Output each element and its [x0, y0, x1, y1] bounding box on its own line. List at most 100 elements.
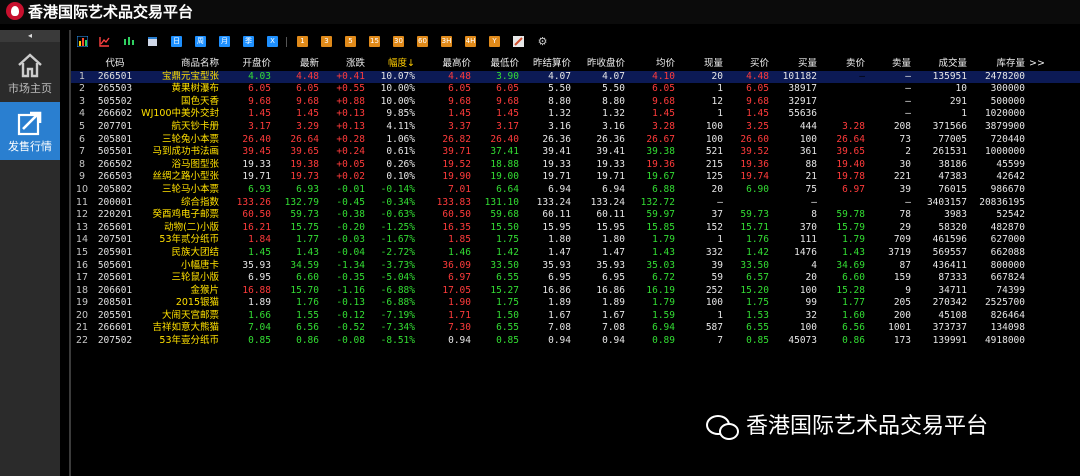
cell-low: 18.88 — [490, 158, 519, 170]
period-x-button[interactable]: X — [267, 36, 278, 47]
table-row[interactable]: 22 207502 53年壹分纸币 0.85 0.86 -0.08 -8.51% 0.94 0.… — [71, 335, 1080, 348]
cell-stock: 134098 — [990, 322, 1025, 334]
cell-bid: 6.55 — [746, 322, 769, 334]
table-row[interactable]: 17 205601 三轮鼠小版 6.95 6.60 -0.35 -5.04% 6.97 6.55… — [71, 272, 1080, 285]
cell-index: 19 — [75, 297, 89, 309]
cell-bid: 39.52 — [740, 146, 769, 158]
col-header-high[interactable]: 最高价 — [415, 58, 471, 71]
cell-prev-close: 6.94 — [602, 183, 625, 195]
table-row[interactable]: 11 200001 综合指数 133.26 132.79 -0.45 -0.34% 133.8… — [71, 197, 1080, 210]
table-row[interactable]: 19 208501 2015银猫 1.89 1.76 -0.13 -6.88% 1.90 1.7… — [71, 297, 1080, 310]
cell-ask: 6.97 — [842, 183, 865, 195]
cell-ask-vol: 1001 — [888, 322, 911, 334]
cell-index: 9 — [78, 171, 86, 183]
cell-bid-vol: 101182 — [782, 70, 817, 82]
col-header-stock[interactable]: 库存量 — [967, 58, 1025, 71]
cell-current-vol: 587 — [705, 322, 723, 334]
period-4h-button[interactable]: 4H — [465, 36, 476, 47]
candlestick-icon[interactable] — [123, 36, 134, 47]
cell-change: +0.41 — [336, 70, 365, 82]
col-header-bid-vol[interactable]: 买量 — [769, 58, 817, 71]
sidebar-collapse-button[interactable]: ◂ — [0, 30, 60, 42]
period-day-button[interactable]: 日 — [171, 36, 182, 47]
gear-icon[interactable]: ⚙ — [537, 36, 548, 47]
cell-avg: 26.67 — [646, 133, 675, 145]
cell-low: 9.68 — [496, 95, 519, 107]
table-row[interactable]: 2 265503 黄果树瀑布 6.05 6.05 +0.55 10.00% 6.05 6.05 5… — [71, 83, 1080, 96]
line-chart-icon[interactable] — [99, 36, 110, 47]
pen-icon[interactable] — [513, 36, 524, 47]
period-5m-button[interactable]: 5 — [345, 36, 356, 47]
bar-chart-icon[interactable] — [76, 35, 89, 48]
cell-open: 1.89 — [248, 297, 271, 309]
cell-change-pct: 10.00% — [380, 83, 415, 95]
table-row[interactable]: 14 207501 53年贰分纸币 1.84 1.77 -0.03 -1.67% 1.85 1.… — [71, 234, 1080, 247]
table-row[interactable]: 9 266503 丝绸之路小型张 19.71 19.73 +0.02 0.10% 19.90 1… — [71, 171, 1080, 184]
cell-current-vol: 1 — [717, 234, 723, 246]
col-header-latest[interactable]: 最新 — [271, 58, 319, 71]
table-row[interactable]: 21 266601 吉祥如意大熊猫 7.04 6.56 -0.52 -7.34% 7.30 6.… — [71, 322, 1080, 335]
cell-ask-vol: 78 — [899, 209, 911, 221]
col-header-prev-settle[interactable]: 昨结算价 — [519, 58, 571, 71]
cell-high: 26.82 — [442, 133, 471, 145]
period-quarter-button[interactable]: 季 — [243, 36, 254, 47]
period-week-button[interactable]: 周 — [195, 36, 206, 47]
cell-prev-close: 19.71 — [596, 171, 625, 183]
period-3h-button[interactable]: 3H — [441, 36, 452, 47]
cell-stock: 42642 — [996, 171, 1025, 183]
cell-change-pct: -6.88% — [380, 297, 415, 309]
col-header-code[interactable]: 代码 — [93, 58, 137, 71]
col-header-volume[interactable]: 成交量 — [911, 58, 967, 71]
period-month-button[interactable]: 月 — [219, 36, 230, 47]
cell-volume: 261531 — [932, 146, 967, 158]
col-header-ask[interactable]: 卖价 — [817, 58, 865, 71]
col-header-prev-close[interactable]: 昨收盘价 — [571, 58, 625, 71]
table-row[interactable]: 6 205801 三轮兔小本票 26.40 26.64 +0.28 1.06% 26.82 26… — [71, 134, 1080, 147]
cell-change-pct: -7.19% — [380, 309, 415, 321]
table-row[interactable]: 3 505502 国色天香 9.68 9.68 +0.88 10.00% 9.68 9.68 8.… — [71, 96, 1080, 109]
period-30m-button[interactable]: 30 — [393, 36, 404, 47]
table-row[interactable]: 7 505501 马到成功书法画 39.45 39.65 +0.24 0.61% 39.71 3… — [71, 146, 1080, 159]
more-columns-button[interactable]: >> — [1029, 58, 1065, 71]
cell-change: +0.28 — [336, 133, 365, 145]
cell-latest: 19.38 — [290, 158, 319, 170]
table-row[interactable]: 15 205901 民族大团结 1.45 1.43 -0.04 -2.72% 1.46 1.42… — [71, 247, 1080, 260]
period-1m-button[interactable]: 1 — [297, 36, 308, 47]
col-header-bid[interactable]: 买价 — [723, 58, 769, 71]
table-row[interactable]: 5 207701 航天钞卡册 3.17 3.29 +0.13 4.11% 3.37 3.17 3.… — [71, 121, 1080, 134]
report-icon[interactable] — [147, 36, 158, 47]
col-header-ask-vol[interactable]: 卖量 — [865, 58, 911, 71]
cell-ask-vol: 208 — [893, 120, 911, 132]
col-header-avg[interactable]: 均价 — [625, 58, 675, 71]
sidebar-item-market-home[interactable]: 市场主页 — [0, 44, 60, 102]
cell-low: 1.75 — [496, 234, 519, 246]
col-header-current-vol[interactable]: 现量 — [675, 58, 723, 71]
period-3m-button[interactable]: 3 — [321, 36, 332, 47]
cell-stock: 20836195 — [979, 196, 1025, 208]
cell-code: 505502 — [97, 95, 133, 107]
col-header-low[interactable]: 最低价 — [471, 58, 519, 71]
cell-high: 0.94 — [448, 335, 471, 347]
cell-change-pct: -3.73% — [380, 259, 415, 271]
col-header-change-pct[interactable]: 幅度↓ — [365, 58, 415, 71]
cell-open: 19.33 — [242, 158, 271, 170]
sidebar-item-issue-quotes[interactable]: 发售行情 — [0, 102, 60, 160]
cell-low: 15.27 — [490, 284, 519, 296]
period-60m-button[interactable]: 60 — [417, 36, 428, 47]
table-row[interactable]: 13 265601 动物(二)小版 16.21 15.75 -0.20 -1.25% 16.3… — [71, 222, 1080, 235]
table-row[interactable]: 18 206601 金猴片 16.88 15.70 -1.16 -6.88% 17.05 15.… — [71, 285, 1080, 298]
col-header-open[interactable]: 开盘价 — [219, 58, 271, 71]
table-row[interactable]: 1 266501 宝鼎元宝型张 4.03 4.48 +0.41 10.07% 4.48 3.90… — [71, 70, 1080, 84]
table-row[interactable]: 10 205802 三轮马小本票 6.93 6.93 -0.01 -0.14% 7.01 6.6… — [71, 184, 1080, 197]
table-row[interactable]: 12 220201 癸酉鸡电子邮票 60.50 59.73 -0.38 -0.63% 60.5… — [71, 209, 1080, 222]
col-header-name[interactable]: 商品名称 — [137, 58, 219, 71]
period-15m-button[interactable]: 15 — [369, 36, 380, 47]
cell-stock: 74399 — [996, 284, 1025, 296]
period-year-button[interactable]: Y — [489, 36, 500, 47]
table-row[interactable]: 4 266602 WJ100中美外交封 1.45 1.45 +0.13 9.85% 1.45 1… — [71, 108, 1080, 121]
table-row[interactable]: 16 505601 小幅唐卡 35.93 34.59 -1.34 -3.73% 36.09 33… — [71, 260, 1080, 273]
cell-bid: 1.76 — [746, 234, 769, 246]
col-header-change[interactable]: 涨跌 — [319, 58, 365, 71]
table-row[interactable]: 8 266502 浴马图型张 19.33 19.38 +0.05 0.26% 19.52 18.… — [71, 159, 1080, 172]
table-row[interactable]: 20 205501 大闹天宫邮票 1.66 1.55 -0.12 -7.19% 1.71 1.5… — [71, 310, 1080, 323]
